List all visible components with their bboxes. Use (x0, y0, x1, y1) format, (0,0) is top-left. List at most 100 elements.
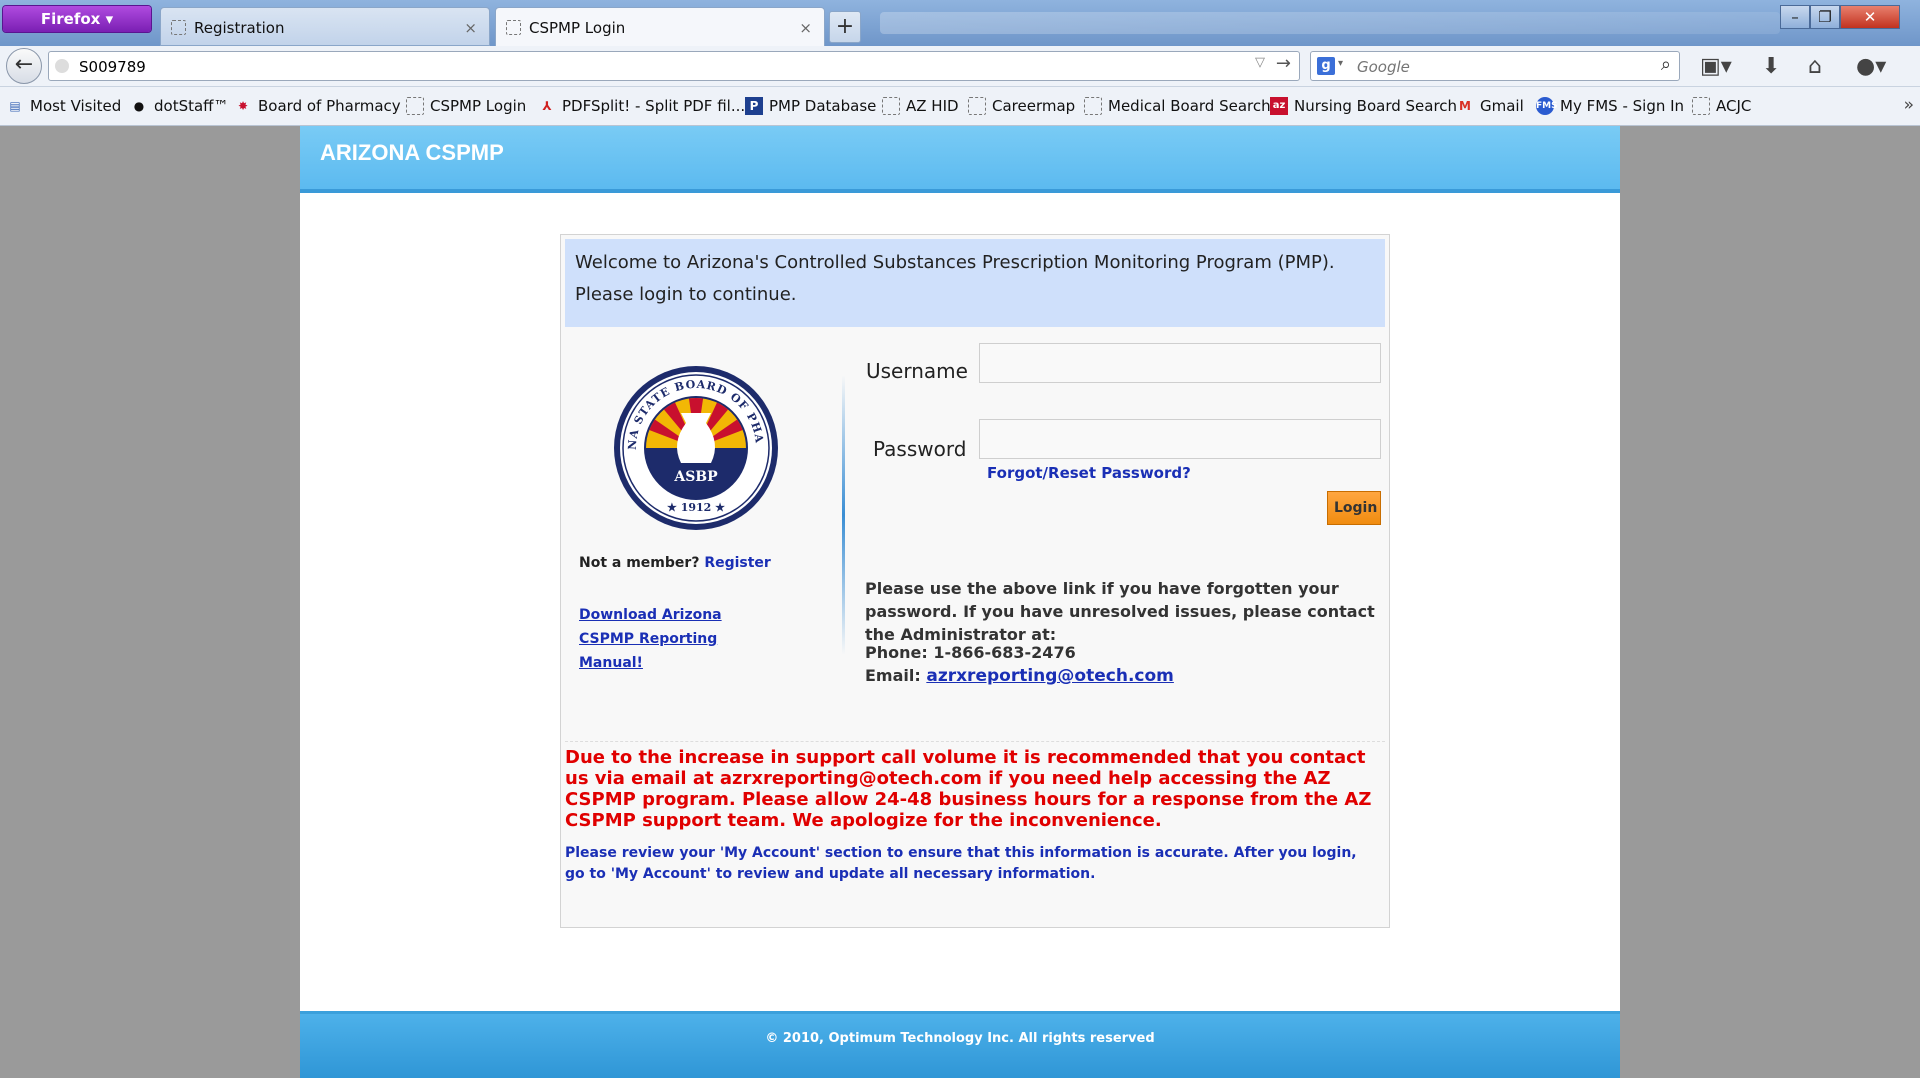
support-warning: Due to the increase in support call volu… (565, 747, 1372, 831)
bookmark-label: PDFSplit! - Split PDF fil... (562, 97, 746, 115)
addon-icon[interactable]: ●▾ (1856, 54, 1886, 79)
firefox-menu-button[interactable]: Firefox ▾ (3, 6, 151, 32)
bookmark-az-hid[interactable]: AZ HID (882, 97, 959, 115)
bookmark-most-visited[interactable]: ▤ Most Visited (6, 97, 121, 115)
bookmark-label: PMP Database (769, 97, 877, 115)
pdf-icon: ⅄ (542, 99, 552, 113)
home-icon[interactable]: ⌂ (1808, 54, 1822, 79)
bookmark-star-icon[interactable]: ▣▾ (1700, 54, 1732, 79)
minimize-button[interactable]: – (1780, 5, 1810, 29)
password-field[interactable] (979, 419, 1381, 459)
login-panel: Welcome to Arizona's Controlled Substanc… (560, 234, 1390, 928)
dotstaff-icon: ● (133, 99, 145, 113)
pmp-icon: P (745, 97, 763, 115)
bookmark-gmail[interactable]: M Gmail (1456, 97, 1524, 115)
site-header: ARIZONA CSPMP (300, 126, 1620, 193)
email-line: Email: azrxreporting@otech.com (865, 666, 1174, 686)
gmail-icon: M (1459, 99, 1471, 113)
downloads-icon[interactable]: ⬇ (1762, 54, 1780, 79)
username-label: Username (866, 359, 968, 383)
url-input[interactable] (77, 55, 1231, 79)
bookmark-label: Board of Pharmacy (258, 97, 401, 115)
page-icon (968, 97, 986, 115)
login-button[interactable]: Login (1327, 491, 1381, 525)
tab-label: CSPMP Login (529, 19, 626, 37)
bookmark-label: My FMS - Sign In (1560, 97, 1685, 115)
bookmark-label: dotStaff™ (154, 97, 229, 115)
most-visited-icon: ▤ (9, 99, 21, 113)
bookmark-my-fms[interactable]: FMS My FMS - Sign In (1536, 97, 1684, 115)
page-icon (882, 97, 900, 115)
close-tab-icon[interactable]: × (799, 8, 812, 48)
help-text: Please use the above link if you have fo… (865, 579, 1375, 644)
google-engine-icon[interactable]: g (1317, 57, 1335, 75)
page-icon (171, 20, 186, 35)
bookmark-pdfsplit[interactable]: ⅄ PDFSplit! - Split PDF fil... (538, 97, 745, 115)
section-divider (565, 741, 1385, 742)
page-icon (1692, 97, 1710, 115)
vertical-divider (842, 375, 845, 655)
username-field[interactable] (979, 343, 1381, 383)
page-icon (406, 97, 424, 115)
navigation-bar: ← ▽ → g ▾ ⌕ ▣▾ ⬇ ⌂ ●▾ (0, 46, 1920, 87)
search-bar[interactable]: g ▾ ⌕ (1310, 51, 1680, 81)
bookmark-dotstaff[interactable]: ● dotStaff™ (130, 97, 229, 115)
title-bar: Firefox ▾ Registration × CSPMP Login × +… (0, 0, 1920, 46)
page-container: ARIZONA CSPMP Welcome to Arizona's Contr… (300, 126, 1620, 1078)
background-window-title (880, 12, 1780, 34)
bookmark-label: Nursing Board Search (1294, 97, 1458, 115)
page-icon (506, 20, 521, 35)
site-brand: ARIZONA CSPMP (320, 140, 504, 165)
back-arrow-icon[interactable]: ← (6, 48, 42, 84)
close-tab-icon[interactable]: × (464, 8, 477, 48)
engine-dropdown-icon[interactable]: ▾ (1338, 58, 1343, 69)
copyright-text: © 2010, Optimum Technology Inc. All righ… (765, 1031, 1155, 1046)
phone-number: Phone: 1-866-683-2476 (865, 643, 1076, 662)
account-review-notice: Please review your 'My Account' section … (565, 845, 1357, 882)
tab-cspmp-login[interactable]: CSPMP Login × (495, 7, 825, 46)
bookmark-careermap[interactable]: Careermap (968, 97, 1075, 115)
bookmark-label: ACJC (1716, 97, 1752, 115)
go-arrow-icon[interactable]: → (1276, 53, 1291, 74)
welcome-message: Welcome to Arizona's Controlled Substanc… (565, 239, 1385, 327)
not-member-text: Not a member? Register (579, 555, 771, 571)
new-tab-button[interactable]: + (829, 11, 861, 43)
bookmark-label: Careermap (992, 97, 1076, 115)
address-bar[interactable]: ▽ → (48, 51, 1300, 81)
site-footer: © 2010, Optimum Technology Inc. All righ… (300, 1011, 1620, 1078)
download-manual-link[interactable]: Download Arizona CSPMP Reporting Manual! (579, 603, 779, 675)
history-dropdown-icon[interactable]: ▽ (1255, 55, 1265, 70)
email-label: Email: (865, 666, 921, 685)
bookmark-label: Medical Board Search (1108, 97, 1271, 115)
search-icon[interactable]: ⌕ (1661, 54, 1671, 75)
bookmark-label: AZ HID (906, 97, 959, 115)
close-window-button[interactable]: ✕ (1840, 5, 1900, 29)
svg-text:★ 1912 ★: ★ 1912 ★ (667, 501, 725, 514)
search-input[interactable] (1355, 55, 1639, 79)
bookmark-cspmp-login[interactable]: CSPMP Login (406, 97, 526, 115)
not-member-label: Not a member? (579, 555, 700, 571)
chevron-more-icon[interactable]: » (1904, 95, 1914, 115)
email-link[interactable]: azrxreporting@otech.com (926, 666, 1174, 686)
fms-icon: FMS (1536, 97, 1558, 115)
az-icon: az (1270, 97, 1288, 115)
bookmark-label: CSPMP Login (430, 97, 527, 115)
bookmark-acjc[interactable]: ACJC (1692, 97, 1751, 115)
bookmark-label: Gmail (1480, 97, 1524, 115)
bookmark-label: Most Visited (30, 97, 122, 115)
bookmark-board-of-pharmacy[interactable]: ✸ Board of Pharmacy (234, 97, 401, 115)
tab-label: Registration (194, 19, 285, 37)
site-identity-icon[interactable] (55, 59, 69, 73)
page-icon (1084, 97, 1102, 115)
password-label: Password (873, 437, 967, 461)
forgot-password-link[interactable]: Forgot/Reset Password? (987, 464, 1191, 482)
bookmark-medical-board-search[interactable]: Medical Board Search (1084, 97, 1271, 115)
svg-text:ASBP: ASBP (673, 469, 718, 485)
tab-registration[interactable]: Registration × (160, 7, 490, 46)
bookmark-pmp-database[interactable]: P PMP Database (745, 97, 876, 115)
bookmark-nursing-board-search[interactable]: az Nursing Board Search (1270, 97, 1457, 115)
maximize-button[interactable]: ❐ (1810, 5, 1840, 29)
asbp-seal-logo: ARIZONA STATE BOARD OF PHARMACY ASBP ★ 1… (611, 363, 778, 530)
register-link[interactable]: Register (704, 555, 771, 571)
arizona-flag-icon: ✸ (237, 99, 249, 113)
